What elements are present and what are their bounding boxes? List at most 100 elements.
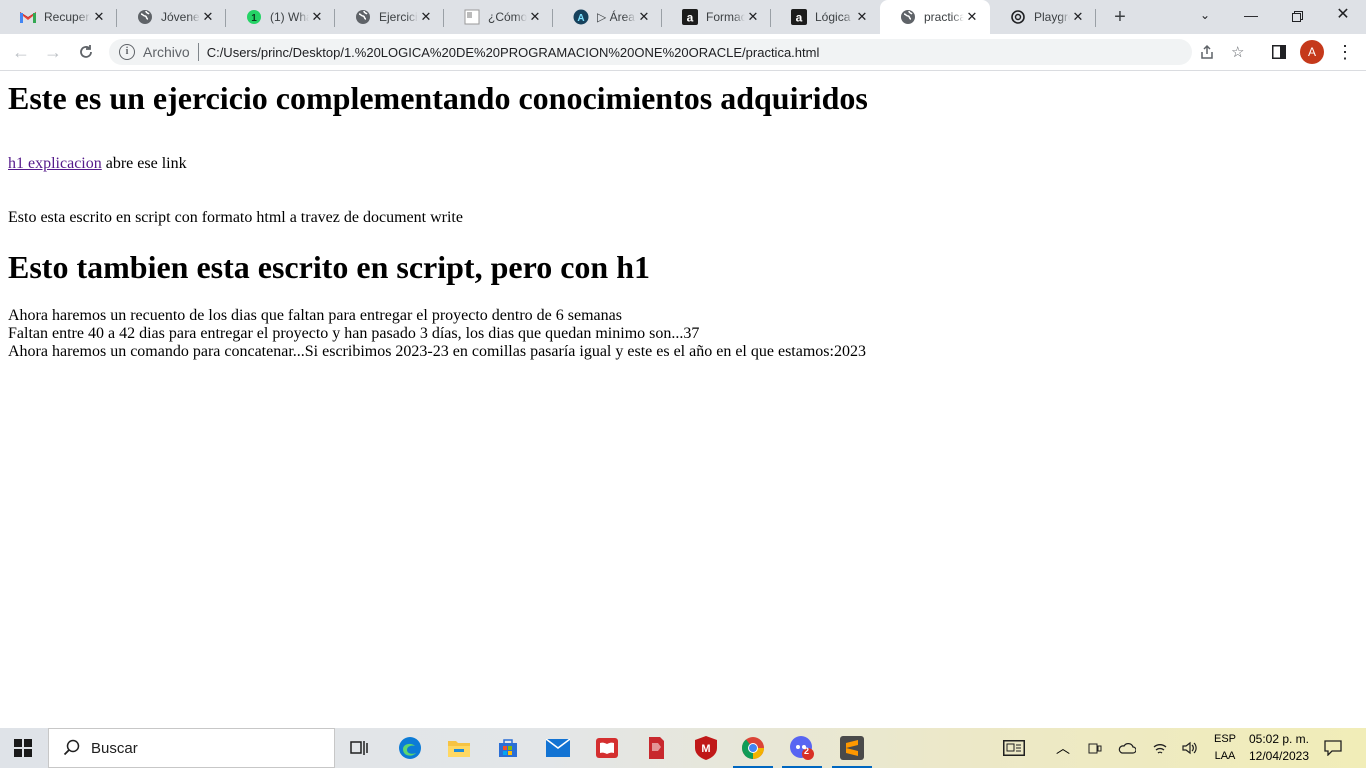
minimize-button[interactable]: — (1228, 0, 1274, 34)
device-icon[interactable] (1085, 728, 1105, 768)
page-heading-2: Esto tambien esta escrito en script, per… (8, 249, 650, 285)
tab-strip: Recuperar ✕ Jóvenes ✕ 1 (1) WhatsApp ✕ E… (0, 0, 1366, 34)
text-line: Ahora haremos un recuento de los dias qu… (8, 307, 622, 324)
alura-icon: A (573, 9, 589, 25)
close-icon[interactable]: ✕ (854, 9, 870, 25)
tab-separator (1095, 9, 1096, 27)
task-view-icon[interactable] (340, 732, 380, 764)
lang-top: ESP (1213, 733, 1236, 745)
notion-icon (464, 9, 480, 25)
profile-avatar[interactable]: A (1300, 40, 1324, 64)
tab-playground[interactable]: Playgrou ✕ (990, 0, 1096, 34)
h1-explicacion-link[interactable]: h1 explicacion (8, 155, 102, 172)
close-icon[interactable]: ✕ (636, 9, 652, 25)
tab-area[interactable]: A ▷ Área c ✕ (553, 0, 662, 34)
store-icon[interactable] (488, 732, 528, 764)
tab-search-chevron-icon[interactable]: ⌄ (1182, 0, 1228, 34)
clock[interactable]: 05:02 p. m. 12/04/2023 (1244, 731, 1314, 765)
file-explorer-icon[interactable] (439, 732, 479, 764)
tab-logica[interactable]: a Lógica d ✕ (771, 0, 880, 34)
discord-icon[interactable]: 2 (782, 732, 822, 768)
link-suffix-text: abre ese link (101, 155, 187, 172)
close-icon[interactable]: ✕ (418, 9, 434, 25)
svg-text:a: a (796, 11, 803, 25)
tab-title: Formaci (706, 10, 745, 24)
alura-a-icon: a (791, 9, 807, 25)
tab-title: Playgrou (1034, 10, 1070, 24)
mcafee-icon[interactable]: M (686, 732, 726, 764)
clock-date: 12/04/2023 (1248, 749, 1310, 763)
svg-text:A: A (577, 13, 584, 24)
tab-jovenes[interactable]: Jóvenes ✕ (117, 0, 226, 34)
red-app-icon[interactable] (636, 732, 676, 764)
close-icon[interactable]: ✕ (527, 9, 543, 25)
notification-badge: 2 (804, 746, 810, 756)
alura-a-icon: a (682, 9, 698, 25)
new-tab-button[interactable]: + (1108, 5, 1132, 29)
whatsapp-icon: 1 (246, 9, 262, 25)
lang-bottom: LAA (1214, 750, 1236, 762)
close-icon[interactable]: ✕ (91, 9, 107, 25)
close-icon[interactable]: ✕ (964, 9, 980, 25)
taskbar-search[interactable]: Buscar (48, 728, 335, 768)
tab-title: (1) WhatsApp (270, 10, 309, 24)
search-placeholder: Buscar (91, 739, 138, 757)
clock-time: 05:02 p. m. (1248, 732, 1310, 746)
globe-icon (137, 9, 153, 25)
tab-practica-active[interactable]: practica ✕ (880, 0, 990, 34)
share-icon[interactable] (1199, 39, 1215, 65)
file-chip: Archivo (143, 44, 190, 60)
close-icon[interactable]: ✕ (1070, 9, 1086, 25)
restore-button[interactable] (1274, 0, 1320, 34)
tab-gmail[interactable]: Recuperar ✕ (0, 0, 117, 34)
globe-icon (900, 9, 916, 25)
back-arrow-icon[interactable]: ← (9, 40, 33, 64)
close-icon[interactable]: ✕ (309, 9, 325, 25)
more-menu-icon[interactable]: ⋮ (1333, 40, 1357, 64)
wifi-icon[interactable] (1150, 728, 1170, 768)
tab-title: Recuperar (44, 10, 91, 24)
sublime-text-icon[interactable] (832, 732, 872, 768)
windows-start-icon[interactable] (14, 739, 32, 757)
tab-title: Ejercicio (379, 10, 418, 24)
text-line: Faltan entre 40 a 42 dias para entregar … (8, 325, 700, 342)
close-icon[interactable]: ✕ (745, 9, 761, 25)
mail-icon[interactable] (538, 732, 578, 764)
close-window-button[interactable]: ✕ (1320, 0, 1366, 34)
onedrive-cloud-icon[interactable] (1116, 728, 1138, 768)
tab-whatsapp[interactable]: 1 (1) WhatsApp ✕ (226, 0, 335, 34)
taskbar: Buscar M 2 ︿ ESP LAA 05:02 p. m. 12/04/2… (0, 728, 1366, 768)
language-indicator[interactable]: ESP LAA (1210, 731, 1240, 765)
chevron-up-icon[interactable]: ︿ (1052, 728, 1074, 768)
omnibox-divider (197, 43, 199, 61)
address-bar[interactable]: i Archivo C:/Users/princ/Desktop/1.%20LO… (109, 39, 1244, 65)
tab-title: practica (924, 10, 964, 24)
info-icon[interactable]: i (119, 44, 135, 60)
text-line: Ahora haremos un comando para concatenar… (8, 343, 866, 360)
script-text: Esto esta escrito en script con formato … (8, 209, 463, 226)
notifications-icon[interactable] (1320, 728, 1346, 768)
edge-icon[interactable] (390, 732, 430, 764)
chrome-icon[interactable] (733, 732, 773, 768)
tab-title: Jóvenes (161, 10, 200, 24)
gmail-icon (20, 9, 36, 25)
side-panel-icon[interactable] (1267, 40, 1291, 64)
tab-title: ¿Cómo p (488, 10, 527, 24)
volume-icon[interactable] (1180, 728, 1200, 768)
bookmark-star-icon[interactable]: ☆ (1231, 39, 1244, 65)
reader-book-icon[interactable] (587, 732, 627, 764)
forward-arrow-icon[interactable]: → (41, 40, 65, 64)
svg-text:1: 1 (251, 13, 257, 24)
globe-icon (355, 9, 371, 25)
svg-text:M: M (701, 743, 710, 755)
page-heading-1: Este es un ejercicio complementando cono… (8, 80, 868, 116)
close-icon[interactable]: ✕ (200, 9, 216, 25)
news-widget-icon[interactable] (998, 728, 1030, 768)
tab-ejercicio[interactable]: Ejercicio ✕ (335, 0, 444, 34)
svg-text:a: a (687, 11, 694, 25)
tab-como[interactable]: ¿Cómo p ✕ (444, 0, 553, 34)
url-text[interactable]: C:/Users/princ/Desktop/1.%20LOGICA%20DE%… (207, 45, 820, 60)
link-line: h1 explicacion abre ese link (8, 155, 187, 173)
tab-formacion[interactable]: a Formaci ✕ (662, 0, 771, 34)
reload-icon[interactable] (74, 40, 98, 64)
